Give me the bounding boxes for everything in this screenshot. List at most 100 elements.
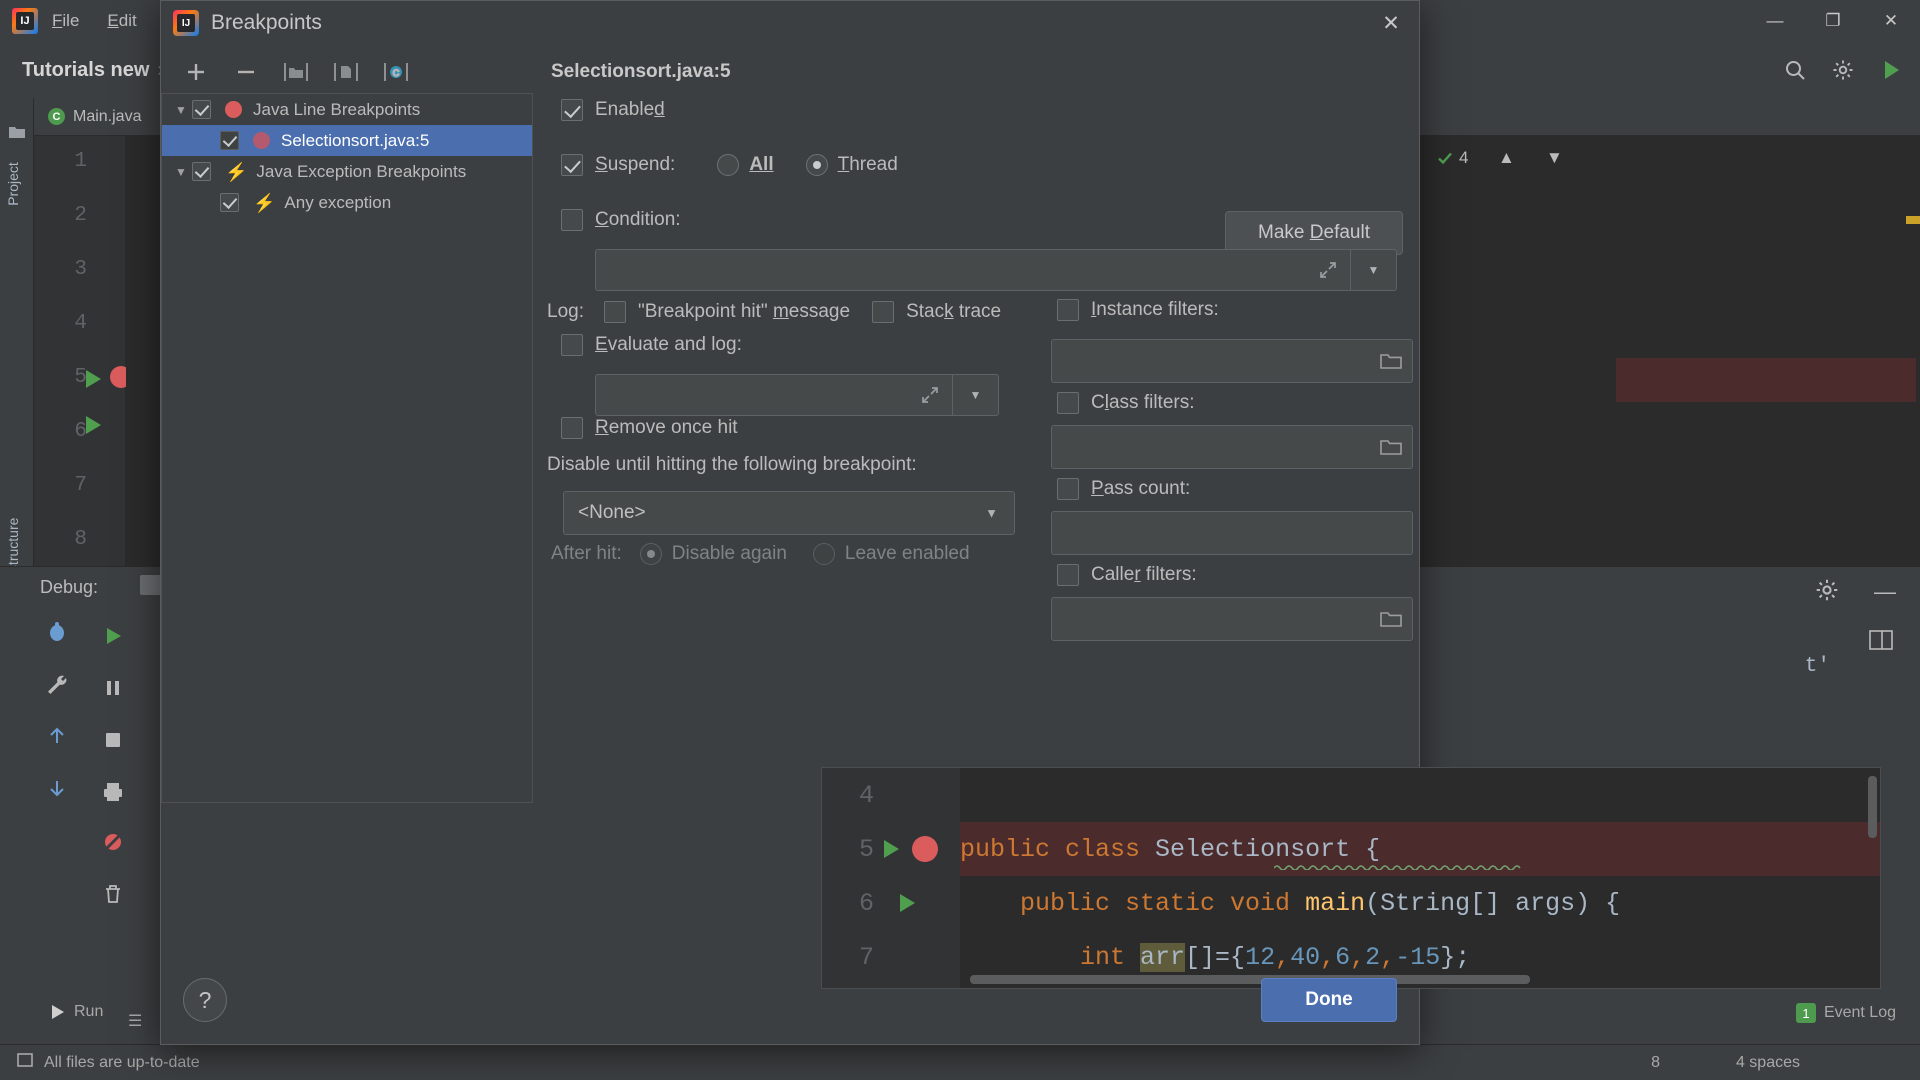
stop-icon[interactable] <box>96 723 130 757</box>
close-window-button[interactable]: ✕ <box>1862 0 1920 42</box>
done-button[interactable]: Done <box>1261 978 1397 1022</box>
step-over-icon[interactable] <box>40 719 74 753</box>
checks-indicator[interactable]: 4 <box>1436 148 1468 168</box>
chevron-down-icon[interactable]: ▼ <box>170 165 192 179</box>
tree-node-checkbox[interactable] <box>192 100 211 119</box>
maximize-button[interactable]: ❐ <box>1804 0 1862 42</box>
trash-icon[interactable] <box>96 877 130 911</box>
tree-node-java-exception-breakpoints[interactable]: ▼ ⚡ Java Exception Breakpoints <box>162 156 532 187</box>
stack-trace-checkbox[interactable] <box>872 301 894 323</box>
resume-icon[interactable] <box>96 619 130 653</box>
tree-node-selectionsort-java-5[interactable]: Selectionsort.java:5 <box>162 125 532 156</box>
run-arrow-icon[interactable] <box>900 894 915 912</box>
breakpoint-hit-message-checkbox[interactable] <box>604 301 626 323</box>
browse-folder-icon[interactable] <box>1376 348 1406 374</box>
tree-node-checkbox[interactable] <box>220 193 239 212</box>
breadcrumb-project[interactable]: Tutorials new <box>22 59 149 81</box>
print-icon[interactable] <box>96 775 130 809</box>
condition-checkbox[interactable] <box>561 209 583 231</box>
step-into-icon[interactable] <box>40 771 74 805</box>
stack-trace-row[interactable]: Stack trace <box>872 301 1001 323</box>
instance-filters-checkbox[interactable] <box>1057 299 1079 321</box>
remove-breakpoint-button[interactable] <box>231 57 261 87</box>
class-filters-row[interactable]: Class filters: <box>1057 392 1195 414</box>
expand-icon[interactable] <box>908 375 952 415</box>
remove-once-hit-row[interactable]: Remove once hit <box>561 417 738 439</box>
suspend-all-radio[interactable]: All <box>717 154 773 176</box>
search-icon[interactable] <box>1782 57 1808 83</box>
pass-count-row[interactable]: Pass count: <box>1057 478 1190 500</box>
sidebar-item-project[interactable]: Project <box>5 149 21 219</box>
wrench-icon[interactable] <box>40 667 74 701</box>
chevron-down-icon[interactable]: ▼ <box>1546 148 1563 168</box>
layout-icon[interactable] <box>1868 629 1894 656</box>
gear-icon[interactable] <box>1830 57 1856 83</box>
add-breakpoint-button[interactable] <box>181 57 211 87</box>
caller-filters-checkbox[interactable] <box>1057 564 1079 586</box>
enabled-row[interactable]: Enabled <box>561 99 665 121</box>
browse-folder-icon[interactable] <box>1376 434 1406 460</box>
condition-input[interactable]: ▼ <box>595 249 1397 291</box>
tab-main-java[interactable]: C Main.java <box>34 98 155 136</box>
help-button[interactable]: ? <box>183 978 227 1022</box>
chevron-down-icon[interactable]: ▼ <box>170 103 192 117</box>
run-arrow-icon[interactable] <box>86 370 101 388</box>
pass-count-checkbox[interactable] <box>1057 478 1079 500</box>
after-hit-disable-again-radio[interactable]: Disable again <box>640 543 787 565</box>
suspend-row[interactable]: Suspend: All Thread <box>561 154 898 176</box>
browse-folder-icon[interactable] <box>1376 606 1406 632</box>
preview-vertical-scrollbar[interactable] <box>1868 776 1877 838</box>
evaluate-and-log-input[interactable]: ▼ <box>595 374 999 416</box>
run-icon[interactable] <box>1878 57 1904 83</box>
chevron-up-icon[interactable]: ▲ <box>1498 148 1515 168</box>
code-preview[interactable]: 4 5 public class Selectionsort { 6 publi… <box>821 767 1881 989</box>
suspend-thread-radio[interactable]: Thread <box>806 154 898 176</box>
chevron-down-icon[interactable]: ▼ <box>952 375 998 415</box>
evaluate-and-log-row[interactable]: Evaluate and log: <box>561 334 742 356</box>
remove-once-hit-checkbox[interactable] <box>561 417 583 439</box>
instance-filters-row[interactable]: Instance filters: <box>1057 299 1219 321</box>
preview-horizontal-scrollbar[interactable] <box>970 975 1530 984</box>
debug-settings-gear-icon[interactable] <box>1814 577 1840 608</box>
after-hit-leave-enabled-radio[interactable]: Leave enabled <box>813 543 970 565</box>
tree-node-any-exception[interactable]: ⚡ Any exception <box>162 187 532 218</box>
debugger-bug-icon[interactable] <box>40 615 74 649</box>
pass-count-input[interactable] <box>1051 511 1413 555</box>
caller-filters-input[interactable] <box>1051 597 1413 641</box>
chevron-down-icon[interactable]: ▼ <box>1350 250 1396 290</box>
group-by-file-icon[interactable] <box>331 57 361 87</box>
group-by-folder-icon[interactable] <box>281 57 311 87</box>
menu-file[interactable]: File <box>38 11 93 31</box>
tree-node-java-line-breakpoints[interactable]: ▼ Java Line Breakpoints <box>162 94 532 125</box>
indent-indicator[interactable]: 4 spaces <box>1736 1054 1800 1072</box>
run-arrow-icon[interactable] <box>884 840 899 858</box>
tree-node-checkbox[interactable] <box>192 162 211 181</box>
expand-icon[interactable] <box>1306 250 1350 290</box>
group-by-class-icon[interactable]: C <box>381 57 411 87</box>
minimize-button[interactable]: — <box>1746 0 1804 42</box>
line-col-indicator[interactable]: 8 <box>1651 1054 1660 1072</box>
run-button[interactable]: Run <box>48 1003 103 1021</box>
hide-panel-icon[interactable]: — <box>1874 579 1896 605</box>
breadcrumb[interactable]: Tutorials new› <box>22 59 172 82</box>
caller-filters-row[interactable]: Caller filters: <box>1057 564 1197 586</box>
run-arrow-icon[interactable] <box>86 416 101 434</box>
instance-filters-input[interactable] <box>1051 339 1413 383</box>
suspend-checkbox[interactable] <box>561 154 583 176</box>
enabled-checkbox[interactable] <box>561 99 583 121</box>
condition-row[interactable]: Condition: <box>561 209 681 231</box>
breakpoint-dot-icon[interactable] <box>912 836 938 862</box>
class-filters-input[interactable] <box>1051 425 1413 469</box>
run-layout-icon[interactable]: ☰ <box>128 1011 142 1031</box>
menu-edit[interactable]: Edit <box>93 11 150 31</box>
class-filters-checkbox[interactable] <box>1057 392 1079 414</box>
event-log-button[interactable]: 1 Event Log <box>1796 1003 1896 1023</box>
breakpoint-hit-message-row[interactable]: "Breakpoint hit" message <box>604 301 850 323</box>
pause-icon[interactable] <box>96 671 130 705</box>
project-panel-icon[interactable] <box>7 122 27 142</box>
mute-breakpoints-icon[interactable] <box>96 825 130 859</box>
breakpoints-tree[interactable]: ▼ Java Line Breakpoints Selectionsort.ja… <box>161 93 533 803</box>
tree-node-checkbox[interactable] <box>220 131 239 150</box>
close-icon[interactable]: ✕ <box>1371 7 1411 39</box>
evaluate-and-log-checkbox[interactable] <box>561 334 583 356</box>
